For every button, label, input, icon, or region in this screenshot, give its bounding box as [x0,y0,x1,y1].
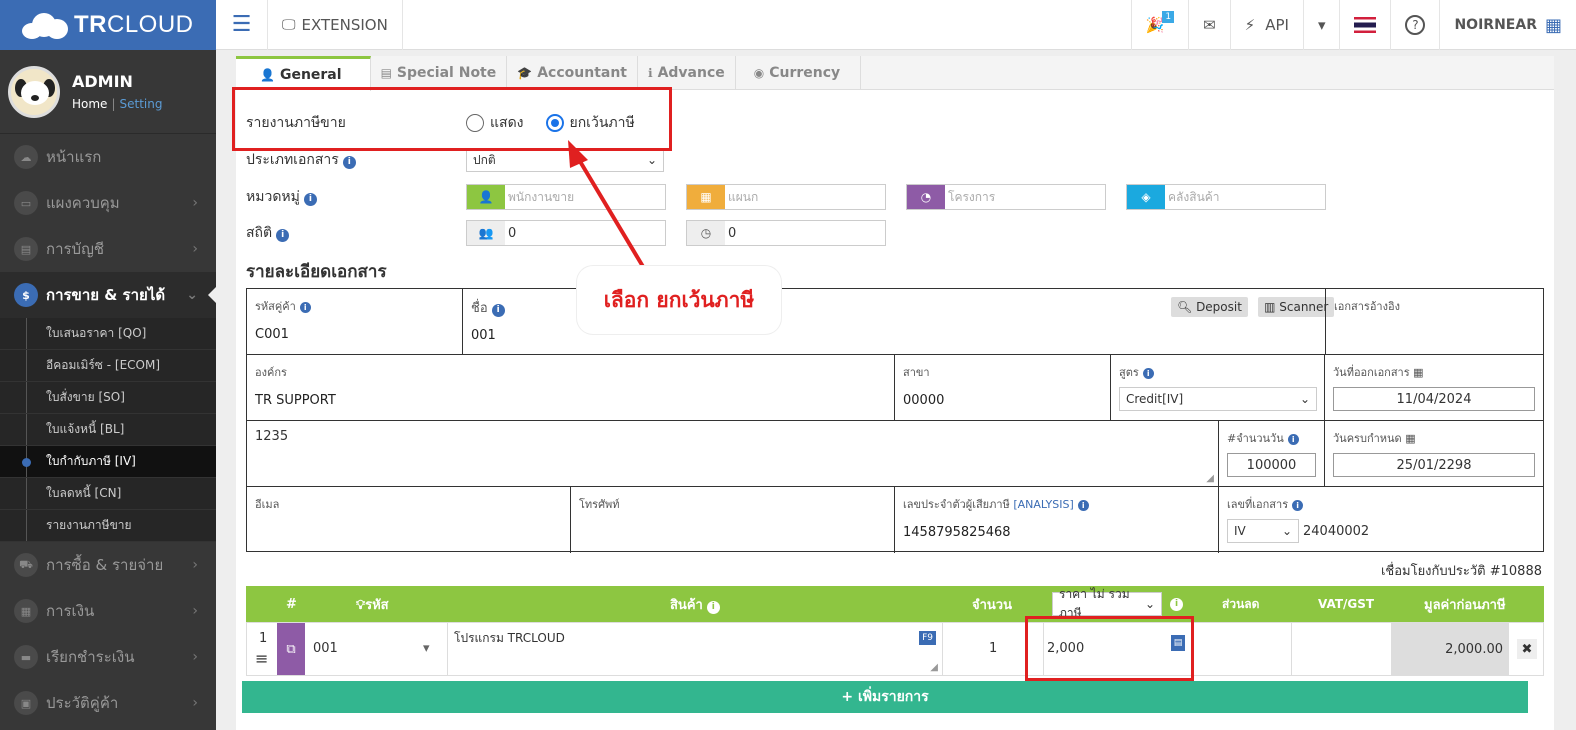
annotation-callout: เลือก ยกเว้นภาษี [577,266,781,334]
annotation-arrow-icon [568,140,653,282]
